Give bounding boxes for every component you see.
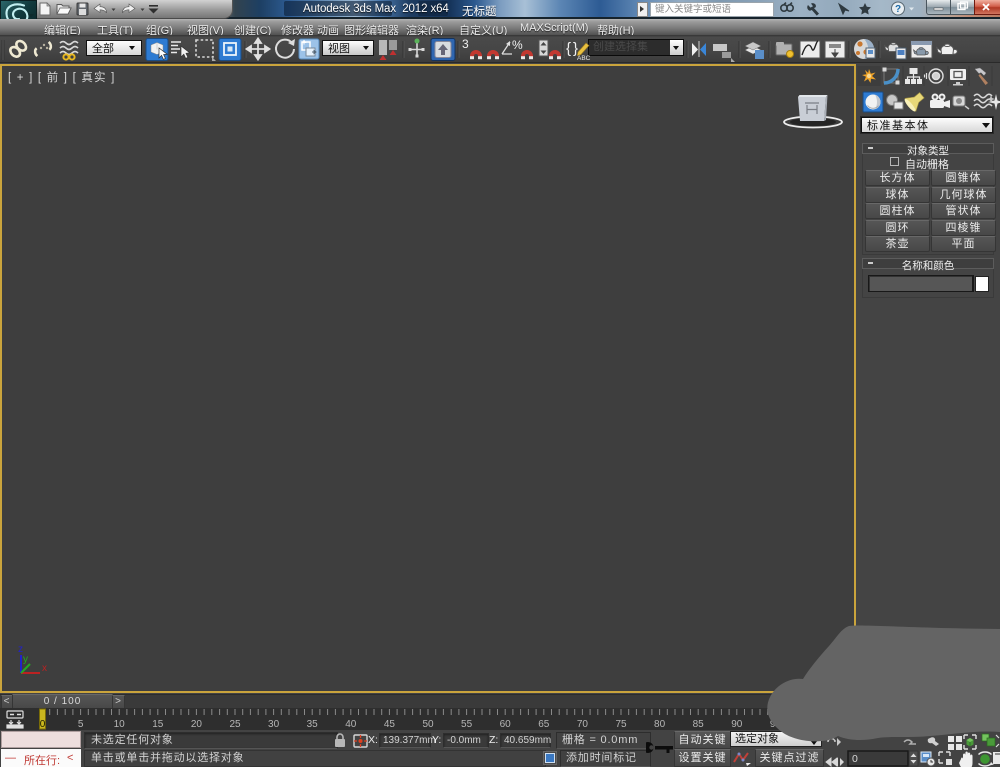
svg-text:45: 45 [384, 719, 396, 730]
svg-text:80: 80 [654, 719, 666, 730]
svg-text:{: { [566, 40, 571, 57]
svg-text:5: 5 [78, 719, 84, 730]
svg-text:75: 75 [615, 719, 627, 730]
svg-text:3: 3 [462, 37, 469, 51]
svg-text:35: 35 [307, 719, 319, 730]
svg-text:x: x [42, 663, 47, 674]
svg-text:15: 15 [152, 719, 164, 730]
svg-text:%: % [512, 38, 523, 52]
svg-text:20: 20 [191, 719, 203, 730]
svg-text:55: 55 [461, 719, 473, 730]
svg-text:0: 0 [40, 719, 46, 730]
svg-text:40: 40 [345, 719, 357, 730]
svg-text:70: 70 [577, 719, 589, 730]
svg-text:85: 85 [693, 719, 705, 730]
svg-text:?: ? [895, 4, 901, 15]
svg-text:ABC: ABC [577, 55, 591, 62]
svg-text:25: 25 [229, 719, 241, 730]
svg-text:y: y [23, 654, 28, 665]
svg-text:50: 50 [422, 719, 434, 730]
svg-text:30: 30 [268, 719, 280, 730]
svg-text:60: 60 [500, 719, 512, 730]
svg-text:65: 65 [538, 719, 550, 730]
svg-text:10: 10 [114, 719, 126, 730]
